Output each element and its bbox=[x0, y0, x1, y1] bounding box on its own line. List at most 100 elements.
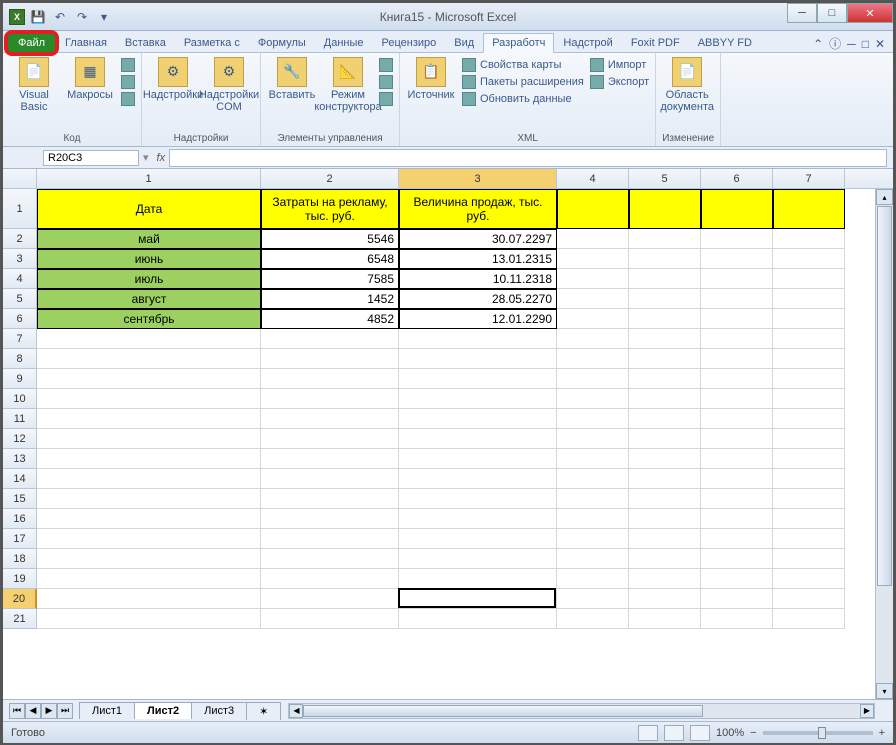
save-icon[interactable]: 💾 bbox=[29, 8, 47, 26]
col-header-4[interactable]: 4 bbox=[557, 169, 629, 188]
empty-cell[interactable] bbox=[629, 549, 701, 569]
empty-cell[interactable] bbox=[701, 389, 773, 409]
empty-cell[interactable] bbox=[701, 569, 773, 589]
row-header[interactable]: 8 bbox=[3, 349, 37, 369]
empty-cell[interactable] bbox=[261, 549, 399, 569]
col-header-2[interactable]: 2 bbox=[261, 169, 399, 188]
empty-cell[interactable] bbox=[557, 429, 629, 449]
empty-cell[interactable] bbox=[701, 609, 773, 629]
redo-icon[interactable]: ↷ bbox=[73, 8, 91, 26]
data-cell[interactable] bbox=[773, 289, 845, 309]
empty-cell[interactable] bbox=[701, 349, 773, 369]
empty-cell[interactable] bbox=[557, 549, 629, 569]
row-header[interactable]: 16 bbox=[3, 509, 37, 529]
empty-cell[interactable] bbox=[773, 349, 845, 369]
help-icon[interactable]: ⓘ bbox=[829, 35, 841, 52]
empty-cell[interactable] bbox=[701, 589, 773, 609]
maximize-button[interactable]: □ bbox=[817, 3, 847, 23]
empty-cell[interactable] bbox=[773, 509, 845, 529]
design-mode-button[interactable]: 📐Режим конструктора bbox=[323, 57, 373, 113]
empty-cell[interactable] bbox=[629, 589, 701, 609]
header-cell[interactable]: Дата bbox=[37, 189, 261, 229]
macro-security-button[interactable] bbox=[121, 91, 135, 107]
empty-cell[interactable] bbox=[261, 569, 399, 589]
header-cell[interactable]: Величина продаж, тыс. руб. bbox=[399, 189, 557, 229]
empty-cell[interactable] bbox=[557, 389, 629, 409]
empty-cell[interactable] bbox=[261, 509, 399, 529]
empty-cell[interactable] bbox=[37, 509, 261, 529]
empty-cell[interactable] bbox=[629, 489, 701, 509]
tab-view[interactable]: Вид bbox=[445, 33, 483, 52]
undo-icon[interactable]: ↶ bbox=[51, 8, 69, 26]
empty-cell[interactable] bbox=[37, 449, 261, 469]
empty-cell[interactable] bbox=[261, 429, 399, 449]
vertical-scrollbar[interactable]: ▴ ▾ bbox=[875, 189, 893, 699]
empty-cell[interactable] bbox=[773, 409, 845, 429]
empty-cell[interactable] bbox=[399, 449, 557, 469]
empty-cell[interactable] bbox=[261, 589, 399, 609]
source-button[interactable]: 📋Источник bbox=[406, 57, 456, 101]
empty-cell[interactable] bbox=[701, 489, 773, 509]
data-cell[interactable] bbox=[773, 309, 845, 329]
sheet-nav-next[interactable]: ▶ bbox=[41, 703, 57, 719]
empty-cell[interactable] bbox=[629, 469, 701, 489]
empty-cell[interactable] bbox=[399, 549, 557, 569]
relative-ref-button[interactable] bbox=[121, 74, 135, 90]
hscroll-thumb[interactable] bbox=[303, 705, 703, 717]
empty-cell[interactable] bbox=[557, 449, 629, 469]
empty-cell[interactable] bbox=[37, 569, 261, 589]
doc-close-icon[interactable]: ✕ bbox=[875, 37, 885, 51]
data-cell[interactable] bbox=[557, 309, 629, 329]
header-cell[interactable] bbox=[629, 189, 701, 229]
scroll-down-button[interactable]: ▾ bbox=[876, 683, 893, 699]
empty-cell[interactable] bbox=[261, 409, 399, 429]
tab-addins[interactable]: Надстрой bbox=[554, 33, 621, 52]
zoom-out-button[interactable]: − bbox=[750, 727, 756, 739]
refresh-data-button[interactable]: Обновить данные bbox=[462, 91, 584, 107]
sheet-nav-last[interactable]: ⏭ bbox=[57, 703, 73, 719]
data-cell[interactable] bbox=[773, 229, 845, 249]
empty-cell[interactable] bbox=[261, 609, 399, 629]
tab-data[interactable]: Данные bbox=[315, 33, 373, 52]
empty-cell[interactable] bbox=[399, 349, 557, 369]
empty-cell[interactable] bbox=[629, 509, 701, 529]
empty-cell[interactable] bbox=[701, 429, 773, 449]
empty-cell[interactable] bbox=[773, 589, 845, 609]
data-cell[interactable] bbox=[629, 309, 701, 329]
empty-cell[interactable] bbox=[399, 389, 557, 409]
data-cell[interactable] bbox=[773, 249, 845, 269]
empty-cell[interactable] bbox=[261, 349, 399, 369]
data-cell[interactable]: 1452 bbox=[261, 289, 399, 309]
ribbon-minimize-icon[interactable]: ⌃ bbox=[813, 37, 823, 51]
col-header-5[interactable]: 5 bbox=[629, 169, 701, 188]
visual-basic-button[interactable]: 📄Visual Basic bbox=[9, 57, 59, 113]
row-header[interactable]: 9 bbox=[3, 369, 37, 389]
row-header[interactable]: 1 bbox=[3, 189, 37, 229]
empty-cell[interactable] bbox=[629, 409, 701, 429]
data-cell[interactable]: май bbox=[37, 229, 261, 249]
empty-cell[interactable] bbox=[773, 609, 845, 629]
empty-cell[interactable] bbox=[557, 529, 629, 549]
row-header[interactable]: 20 bbox=[3, 589, 37, 609]
data-cell[interactable] bbox=[629, 289, 701, 309]
doc-panel-button[interactable]: 📄Область документа bbox=[662, 57, 712, 113]
empty-cell[interactable] bbox=[557, 589, 629, 609]
doc-min-icon[interactable]: ─ bbox=[847, 37, 856, 51]
data-cell[interactable]: 28.05.2270 bbox=[399, 289, 557, 309]
empty-cell[interactable] bbox=[261, 529, 399, 549]
zoom-thumb[interactable] bbox=[818, 727, 826, 739]
view-normal-button[interactable] bbox=[638, 725, 658, 741]
empty-cell[interactable] bbox=[261, 369, 399, 389]
tab-foxit[interactable]: Foxit PDF bbox=[622, 33, 689, 52]
empty-cell[interactable] bbox=[399, 369, 557, 389]
data-cell[interactable] bbox=[557, 229, 629, 249]
row-header[interactable]: 19 bbox=[3, 569, 37, 589]
empty-cell[interactable] bbox=[557, 509, 629, 529]
addins-button[interactable]: ⚙Надстройки bbox=[148, 57, 198, 101]
empty-cell[interactable] bbox=[37, 389, 261, 409]
hscroll-left[interactable]: ◀ bbox=[289, 704, 303, 718]
empty-cell[interactable] bbox=[399, 609, 557, 629]
empty-cell[interactable] bbox=[399, 489, 557, 509]
empty-cell[interactable] bbox=[37, 369, 261, 389]
empty-cell[interactable] bbox=[773, 329, 845, 349]
